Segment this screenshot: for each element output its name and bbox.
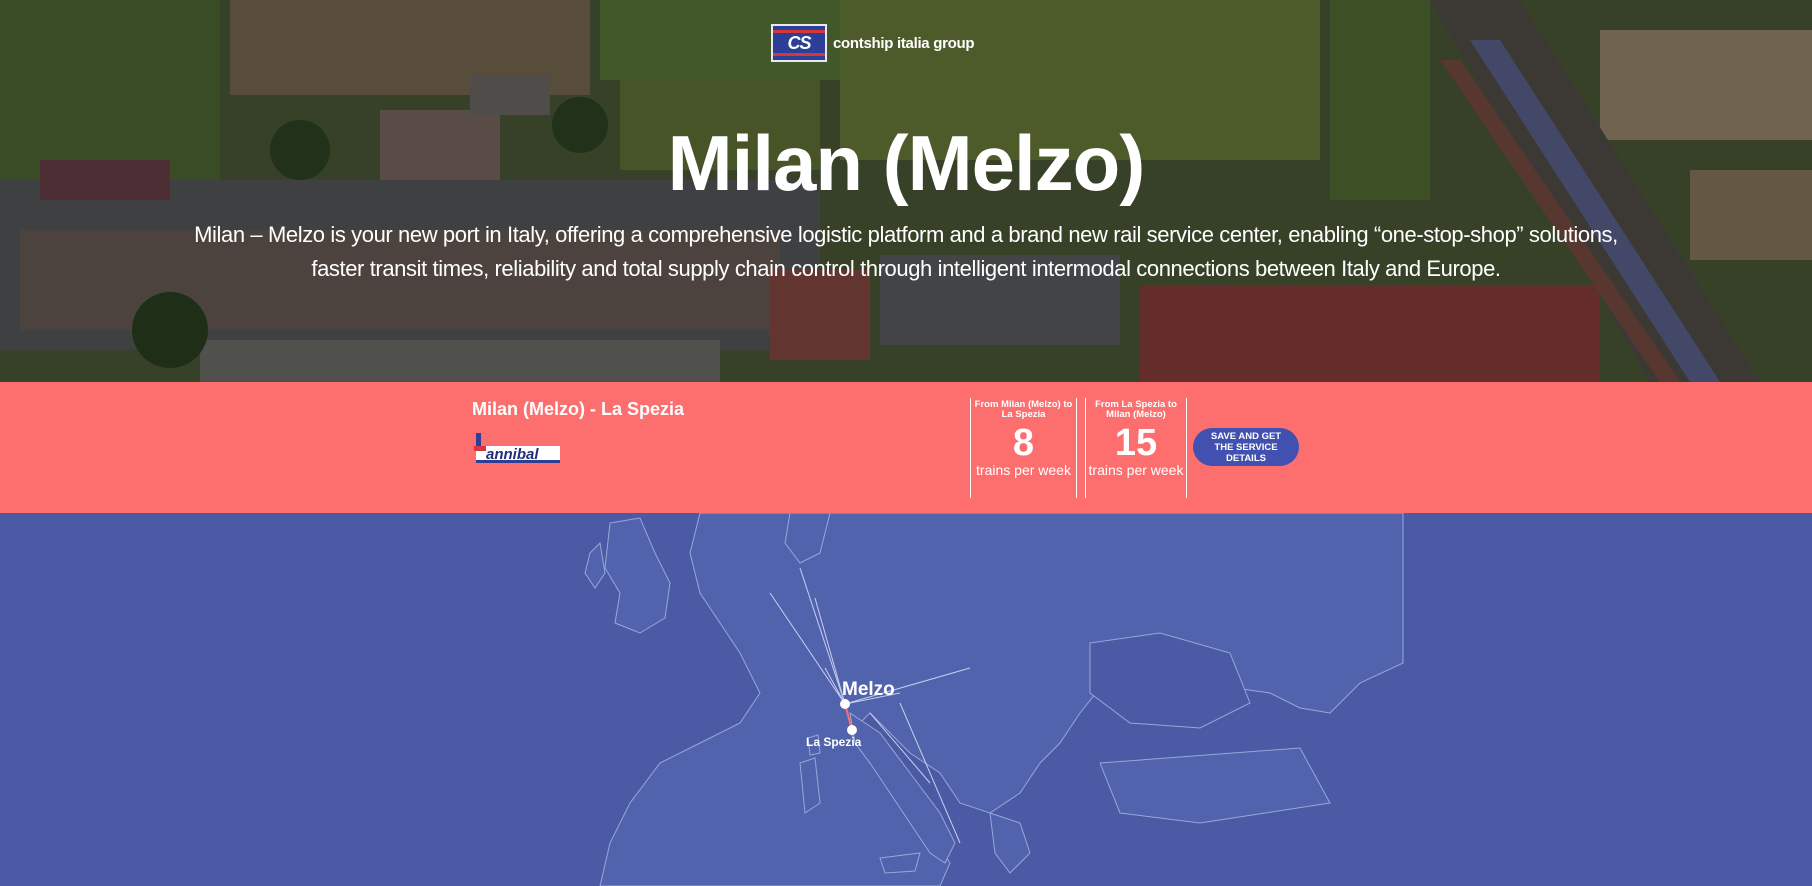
hero-section: CS contship italia group Milan (Melzo) M… <box>0 0 1812 382</box>
map-label-la-spezia: La Spezia <box>806 735 862 749</box>
map-label-melzo: Melzo <box>842 679 895 700</box>
stat-spezia-to-milan: From La Spezia to Milan (Melzo) 15 train… <box>1085 398 1187 498</box>
page-title: Milan (Melzo) <box>667 119 1146 207</box>
stat-milan-to-spezia: From Milan (Melzo) to La Spezia 8 trains… <box>970 398 1077 498</box>
contship-logo-mark: CS <box>771 24 827 62</box>
route-name: Milan (Melzo) - La Spezia <box>472 399 685 419</box>
stat-unit: trains per week <box>1088 462 1184 478</box>
logo-wordmark: contship italia group <box>833 34 975 52</box>
europe-rail-map[interactable]: Melzo La Spezia <box>0 513 1812 886</box>
service-band: Milan (Melzo) - La Spezia annibal From M… <box>0 382 1812 513</box>
europe-map-graphic <box>0 513 1812 886</box>
hero-description: Milan – Melzo is your new port in Italy,… <box>194 222 1618 281</box>
contship-logo[interactable]: CS contship italia group <box>771 24 975 62</box>
hannibal-operator-logo: annibal <box>474 433 560 463</box>
stat-value: 8 <box>1012 422 1035 464</box>
stat-heading: From La Spezia to Milan (Melzo) <box>1095 399 1177 420</box>
svg-text:annibal: annibal <box>486 446 539 463</box>
stat-value: 15 <box>1114 422 1158 464</box>
logo-mark-text: CS <box>787 32 811 53</box>
stat-unit: trains per week <box>976 462 1071 478</box>
stat-heading: From Milan (Melzo) to La Spezia <box>974 399 1073 420</box>
save-service-details-button[interactable]: SAVE AND GET THE SERVICE DETAILS <box>1193 428 1299 466</box>
